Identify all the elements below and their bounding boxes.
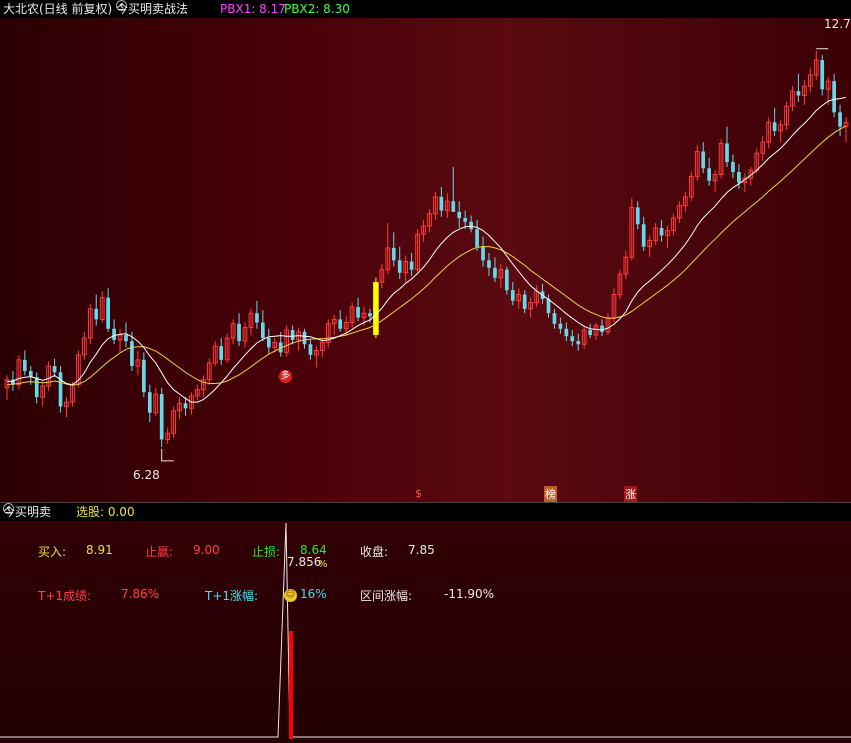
candle-body [124,334,128,342]
candle-body [701,151,706,169]
xuangu-label: 选股: 0.00 [76,505,135,519]
candle-body [457,211,462,219]
candle-body [564,328,569,337]
candle-body [600,325,604,332]
candle-body [510,290,515,301]
candle-body [475,229,479,247]
bang-event-marker[interactable]: 榜 [544,486,557,502]
candle-body [737,172,741,183]
candle-body [463,218,468,222]
candle-body [34,377,39,398]
candle-body [659,227,664,236]
float-value: 7.856 [287,555,322,569]
candle-body [552,313,557,324]
candle-body [731,162,735,173]
candle-body [290,329,295,340]
candle-body [106,297,110,329]
candle-body [832,81,836,113]
candle-body [725,143,729,163]
candle-body [261,322,265,339]
candle-body [707,168,712,181]
candle-body [52,366,57,373]
high-price-label: 12.77 [824,17,851,31]
buy-value: 8.91 [86,543,113,557]
candle-body [481,246,485,261]
zhang-event-marker[interactable]: 涨 [624,486,637,502]
candle-body [112,328,116,340]
candle-body [368,313,372,317]
stop-loss-label: 止损: [252,545,281,559]
candle-body [141,359,146,393]
candle-body [772,122,777,131]
candle-body [159,394,164,440]
low-arrow [161,448,174,462]
sub-indicator-bar: ▾ 今买明卖 选股: 0.00 [0,502,851,521]
close-label: 收盘: [360,545,389,559]
pbx2-label: PBX2: 8.30 [284,2,350,16]
candle-body [356,306,360,318]
take-profit-label: 止赢: [145,545,174,559]
duo-signal-marker[interactable]: 多 [279,370,292,383]
stock-title: 大北农(日线 前复权) [3,2,113,16]
candle-body [147,392,152,413]
candlestick-chart[interactable] [0,18,851,502]
candle-body [439,196,444,211]
candle-body [183,403,188,409]
candle-body [255,313,259,323]
buy-label: 买入: [38,545,67,559]
candle-body [451,201,456,212]
range-value: -11.90% [444,587,495,601]
candle-body [308,344,313,355]
candle-body [469,221,473,230]
sub-indicator-panel[interactable]: 买入: 8.91 止赢: 9.00 止损: 8.64 收盘: 7.85 7.85… [0,521,851,743]
candle-body [397,260,402,273]
candle-body [838,112,842,127]
s-event-marker[interactable]: $ [415,487,422,500]
candle-body [487,260,491,268]
candle-body [237,323,241,342]
take-profit-value: 9.00 [193,543,220,557]
candle-body [493,267,497,278]
candle-body [302,331,307,345]
sub-indicator-name: 今买明卖 [3,505,52,519]
t1-result-label: T+1成绩: [38,589,92,603]
candle-body [522,294,527,309]
candle-body [588,329,592,335]
candle-body [391,247,396,261]
t1-result-value: 7.86% [121,587,160,601]
candle-body [576,341,581,345]
smiley-icon: ☺ [284,589,297,602]
title-bar: 大北农(日线 前复权) ▾ 今买明卖战法 PBX1: 8.17 PBX2: 8.3… [0,0,851,18]
indicator-name: 今买明卖战法 [116,2,189,16]
main-chart-panel[interactable]: 12.77 6.28 多 $ 榜 涨 [0,17,851,502]
float-suffix: % [318,559,328,570]
candle-body [504,269,509,291]
range-label: 区间涨幅: [360,589,413,603]
candle-body [796,91,801,96]
candle-body [130,341,134,367]
candle-body [58,372,63,407]
candle-body [558,323,563,329]
candle-body [570,336,575,342]
low-price-label: 6.28 [133,468,160,482]
candle-body [266,338,271,348]
candle-body [820,60,825,90]
candle-body [635,207,640,225]
candle-body [338,319,343,329]
t1-rise-label: T+1涨幅: [205,589,259,603]
t1-rise-value: 16% [300,587,327,601]
candle-body [94,308,99,320]
signal-candle [373,282,379,335]
candle-body [641,224,646,247]
candle-body [22,359,27,372]
candle-body [219,346,224,360]
close-value: 7.85 [408,543,435,557]
candle-body [409,261,414,270]
sub-indicator-bar [289,631,293,739]
pbx1-label: PBX1: 8.17 [220,2,286,16]
